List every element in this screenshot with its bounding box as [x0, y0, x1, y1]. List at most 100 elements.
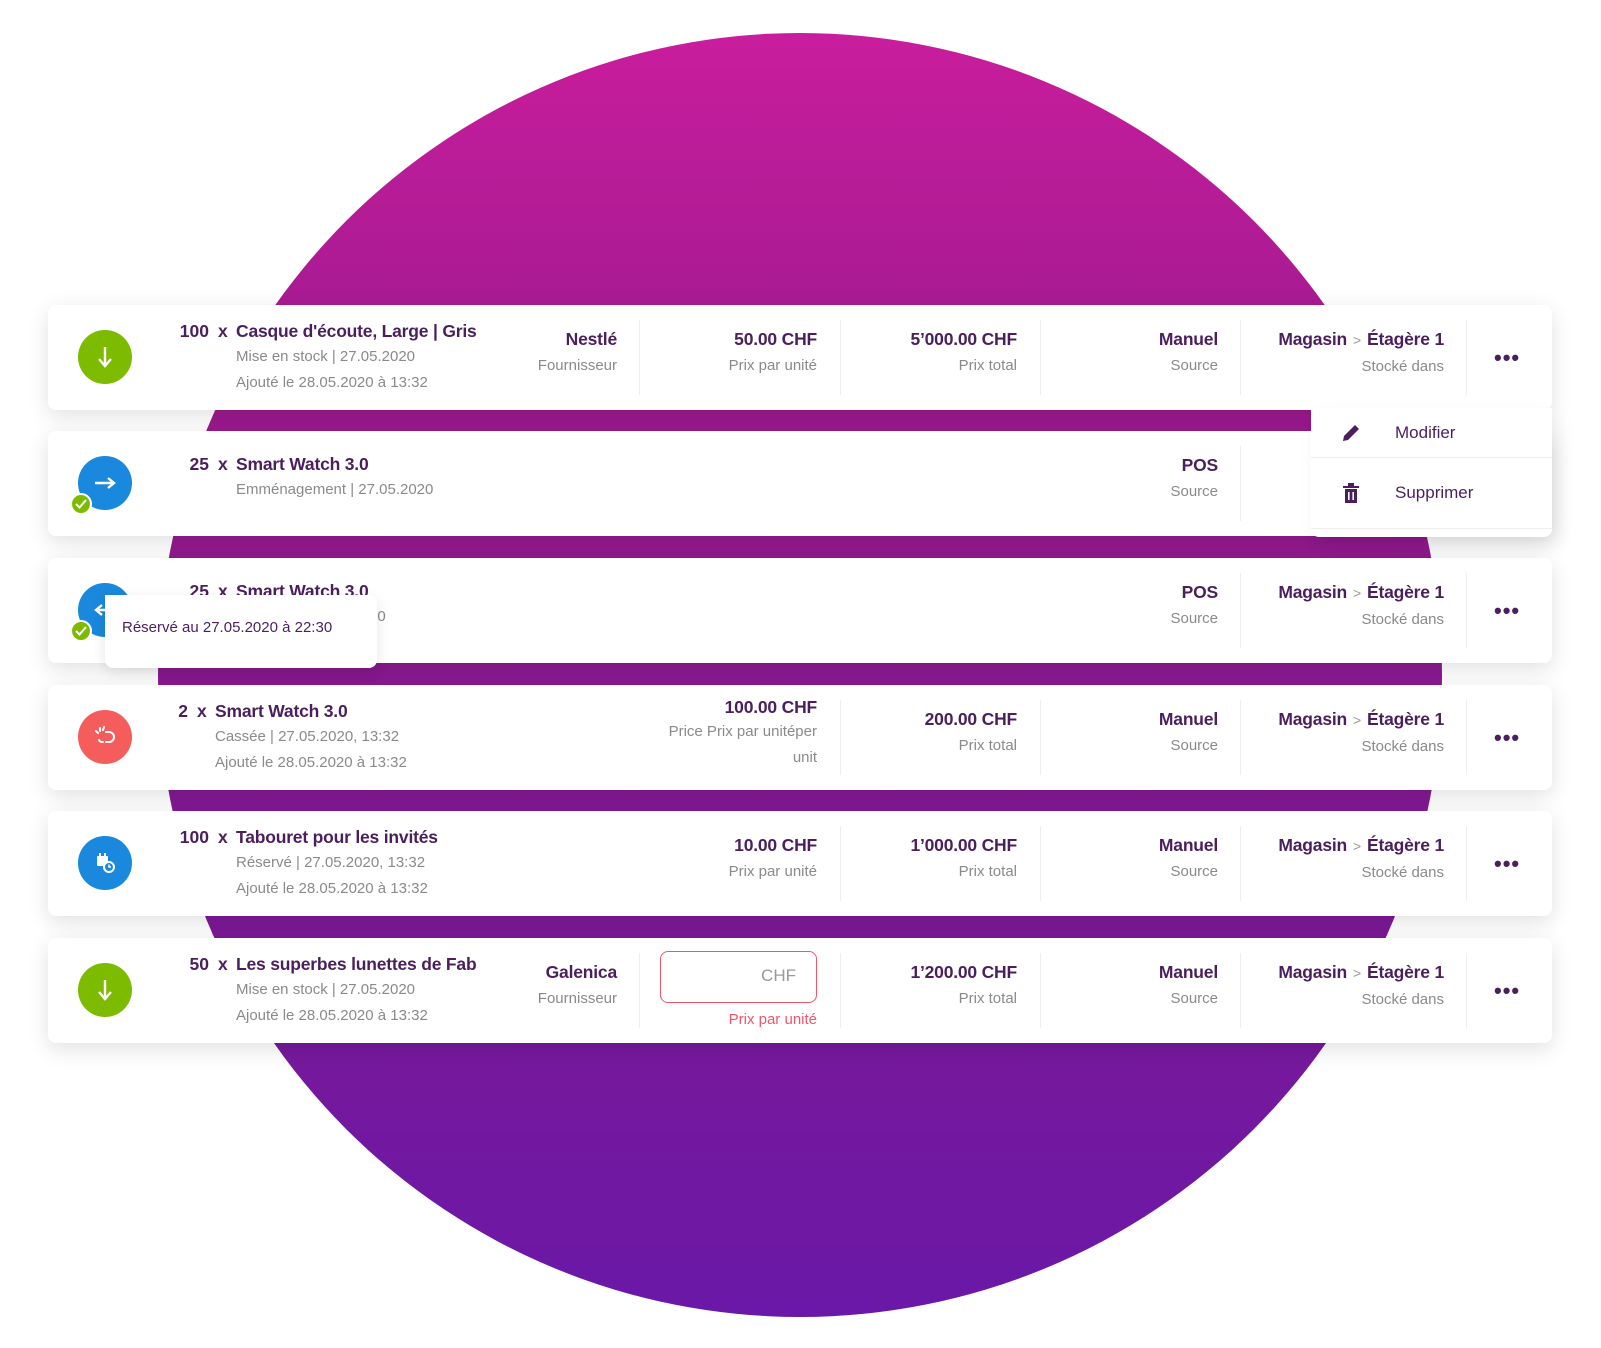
- menu-item-edit-label: Modifier: [1395, 422, 1456, 442]
- shelf-name: Étagère 1: [1367, 582, 1444, 602]
- times-sign: x: [218, 954, 228, 974]
- stored-label: Stocké dans: [1361, 991, 1444, 1008]
- trash-icon: [1337, 482, 1365, 504]
- divider: [840, 320, 841, 395]
- added-date: Ajouté le 28.05.2020 à 13:32: [236, 880, 428, 897]
- unit-price-label-wrap: unit: [792, 749, 817, 766]
- divider: [1466, 700, 1467, 775]
- total-price-label: Prix total: [958, 737, 1017, 754]
- more-options-icon[interactable]: •••: [1494, 851, 1520, 877]
- check-badge-icon: [70, 620, 92, 642]
- source-value: Manuel: [1158, 329, 1218, 349]
- source-value: POS: [1181, 582, 1219, 602]
- supplier-value: Galenica: [545, 962, 618, 982]
- source-label: Source: [1170, 737, 1218, 754]
- source-column: Manuel Source: [1159, 961, 1218, 1011]
- stock-row[interactable]: 2 x Smart Watch 3.0 Cassée | 27.05.2020,…: [48, 685, 1552, 790]
- chevron-right-icon: >: [1353, 838, 1361, 854]
- source-column: Manuel Source: [1159, 834, 1218, 884]
- stock-row[interactable]: 100 x Casque d'écoute, Large | Gris Mise…: [48, 305, 1552, 410]
- shelf-name: Étagère 1: [1367, 329, 1444, 349]
- source-label: Source: [1170, 483, 1218, 500]
- more-options-icon[interactable]: •••: [1494, 725, 1520, 751]
- source-value: Manuel: [1158, 835, 1218, 855]
- menu-item-delete[interactable]: Supprimer: [1311, 458, 1552, 529]
- total-column: 5’000.00 CHF Prix total: [910, 328, 1017, 378]
- store-name: Magasin: [1278, 835, 1348, 855]
- divider: [840, 700, 841, 775]
- total-price-value: 1’000.00 CHF: [910, 835, 1017, 855]
- divider: [1240, 573, 1241, 648]
- menu-item-delete-label: Supprimer: [1395, 483, 1474, 502]
- divider: [1466, 826, 1467, 901]
- menu-item-edit[interactable]: Modifier: [1311, 408, 1552, 458]
- added-date: Ajouté le 28.05.2020 à 13:32: [215, 754, 407, 771]
- source-column: Manuel Source: [1159, 328, 1218, 378]
- unit-price-value: 100.00 CHF: [724, 697, 818, 717]
- divider: [840, 953, 841, 1028]
- divider: [1040, 320, 1041, 395]
- total-price-label: Prix total: [958, 990, 1017, 1007]
- divider: [1240, 320, 1241, 395]
- chevron-right-icon: >: [1353, 712, 1361, 728]
- stock-row[interactable]: 100 x Tabouret pour les invités Réservé …: [48, 811, 1552, 916]
- stored-label: Stocké dans: [1361, 864, 1444, 881]
- shelf-name: Étagère 1: [1367, 835, 1444, 855]
- source-column: POS Source: [1170, 581, 1218, 631]
- quantity: 100: [179, 827, 209, 847]
- times-sign: x: [218, 827, 228, 847]
- background-circle: [158, 33, 1442, 1317]
- source-label: Source: [1170, 990, 1218, 1007]
- stored-column: Magasin > Étagère 1 Stocké dans: [1278, 581, 1444, 632]
- quantity: 2: [178, 701, 188, 721]
- stored-column: Magasin > Étagère 1 Stocké dans: [1278, 961, 1444, 1012]
- more-options-icon[interactable]: •••: [1494, 345, 1520, 371]
- divider: [1466, 320, 1467, 395]
- divider: [639, 320, 640, 395]
- unit-price-input[interactable]: CHF: [660, 951, 817, 1003]
- price-column: 100.00 CHF Price Prix par unitéper unit: [669, 696, 818, 770]
- product-name[interactable]: Smart Watch 3.0: [215, 701, 348, 722]
- store-name: Magasin: [1278, 962, 1348, 982]
- quantity: 100: [179, 321, 209, 341]
- divider: [1466, 573, 1467, 648]
- product-name[interactable]: Tabouret pour les invités: [236, 827, 438, 848]
- total-price-label: Prix total: [958, 357, 1017, 374]
- divider: [1240, 446, 1241, 521]
- total-price-value: 200.00 CHF: [924, 709, 1018, 729]
- stored-column: Magasin > Étagère 1 Stocké dans: [1278, 834, 1444, 885]
- source-value: Manuel: [1158, 709, 1218, 729]
- product-name[interactable]: Smart Watch 3.0: [236, 454, 369, 475]
- added-date: Ajouté le 28.05.2020 à 13:32: [236, 374, 428, 391]
- times-sign: x: [197, 701, 207, 721]
- total-price-label: Prix total: [958, 863, 1017, 880]
- times-sign: x: [218, 454, 228, 474]
- stored-label: Stocké dans: [1361, 738, 1444, 755]
- total-column: 1’200.00 CHF Prix total: [910, 961, 1017, 1011]
- quantity: 25: [189, 454, 209, 474]
- divider: [1240, 826, 1241, 901]
- unit-price-value: 50.00 CHF: [734, 329, 817, 349]
- divider: [1240, 700, 1241, 775]
- chevron-right-icon: >: [1353, 332, 1361, 348]
- supplier-label: Fournisseur: [537, 357, 617, 374]
- source-value: Manuel: [1158, 962, 1218, 982]
- total-price-value: 5’000.00 CHF: [910, 329, 1017, 349]
- product-name[interactable]: Les superbes lunettes de Fab: [236, 954, 477, 975]
- stock-row[interactable]: 50 x Les superbes lunettes de Fab Mise e…: [48, 938, 1552, 1043]
- more-options-icon[interactable]: •••: [1494, 598, 1520, 624]
- chevron-right-icon: >: [1353, 585, 1361, 601]
- times-sign: x: [218, 321, 228, 341]
- pencil-icon: [1337, 422, 1365, 444]
- more-options-icon[interactable]: •••: [1494, 978, 1520, 1004]
- shelf-name: Étagère 1: [1367, 962, 1444, 982]
- store-name: Magasin: [1278, 709, 1348, 729]
- divider: [1040, 953, 1041, 1028]
- stored-column: Magasin > Étagère 1 Stocké dans: [1278, 328, 1444, 379]
- source-label: Source: [1170, 610, 1218, 627]
- source-label: Source: [1170, 863, 1218, 880]
- source-column: POS Source: [1170, 454, 1218, 504]
- unit-price-label: Prix par unité: [728, 863, 817, 880]
- product-name[interactable]: Casque d'écoute, Large | Gris: [236, 321, 477, 342]
- stored-column: Magasin > Étagère 1 Stocké dans: [1278, 708, 1444, 759]
